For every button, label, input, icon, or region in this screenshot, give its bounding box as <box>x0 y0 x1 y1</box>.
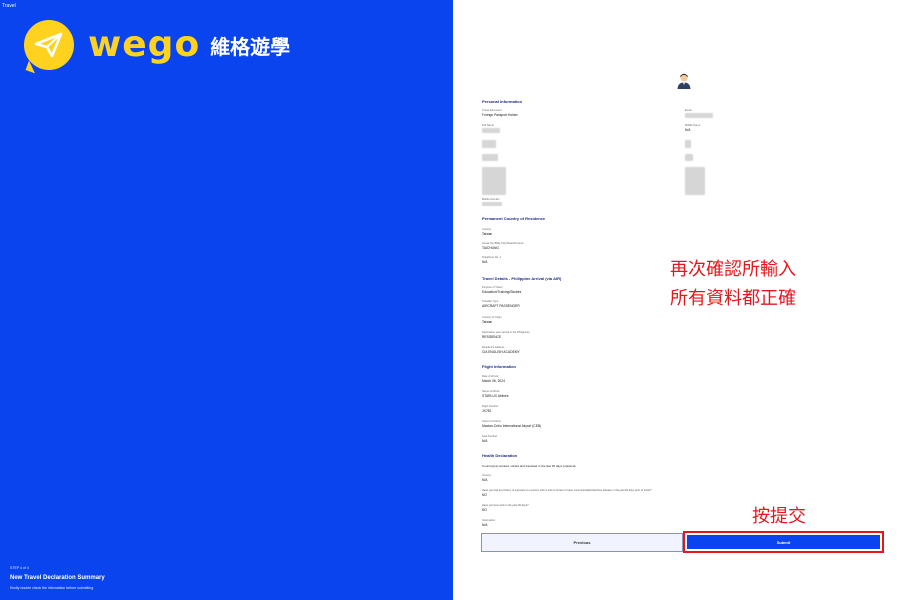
city-label: House No./Bldg./City/State/Province <box>482 242 524 245</box>
vaccination-label: Vaccination <box>482 519 496 522</box>
airport-value: Mactan-Cebu International Airport (CEB) <box>482 424 542 428</box>
exposure-question: Have you had any history of exposure to … <box>482 489 652 492</box>
countries-value: N/A <box>482 478 488 482</box>
middle-name-value: N/A <box>685 128 691 132</box>
full-name-label: Full Name <box>482 124 494 127</box>
flight-number-label: Flight Number <box>482 405 499 408</box>
redacted-email <box>685 113 713 118</box>
city-value: TAICHUNG <box>482 246 499 250</box>
logo-chinese-name: 維格遊學 <box>210 34 291 59</box>
section-health-heading: Health Declaration <box>482 453 518 458</box>
brand-panel: Travel wego 維格遊學 STEP 4 of 4 New Travel … <box>0 0 453 600</box>
country-value: Taiwan <box>482 232 493 236</box>
logo-wordmark: wego <box>88 24 201 65</box>
redacted-field <box>482 154 498 161</box>
redacted-field <box>482 140 496 148</box>
countries-question: Country(ies) worked, visited and transit… <box>482 464 576 468</box>
seat-number-value: N/A <box>482 439 488 443</box>
submit-highlight-box: Submit <box>683 531 884 553</box>
annotation-confirm-line2: 所有資料都正確 <box>670 288 796 309</box>
airline-value: STARLUX Airlines <box>482 394 509 398</box>
page-title: New Travel Declaration Summary <box>10 575 105 581</box>
section-personal-heading: Personal Information <box>482 99 523 104</box>
annotation-confirm-text: 再次確認所輸入 所有資料都正確 <box>670 255 796 313</box>
purpose-label: Purpose of Travel <box>482 286 503 289</box>
sick-question: Have you been sick in the past 30 days? <box>482 504 529 507</box>
traveller-type-value: AIRCRAFT PASSENGER <box>482 304 520 308</box>
redacted-full-name <box>482 128 500 133</box>
airport-label: Airport of Arrival <box>482 420 501 423</box>
section-travel-heading: Travel Details - Philippine Arrival (via… <box>482 276 562 281</box>
step-indicator: STEP 4 of 4 <box>10 566 29 570</box>
traveller-type-label: Traveller Type <box>482 300 499 303</box>
telephone-value: N/A <box>482 260 488 264</box>
section-flight-heading: Flight Information <box>482 364 516 369</box>
origin-label: Country of Origin <box>482 316 502 319</box>
vaccination-value: N/A <box>482 523 488 527</box>
redacted-block <box>685 167 705 195</box>
travel-document-value: Foreign Passport Holder <box>482 113 518 117</box>
flight-number-value: JX782 <box>482 409 492 413</box>
user-avatar-icon <box>677 73 691 89</box>
purpose-value: Education/Training/Studies <box>482 290 522 294</box>
middle-name-label: Middle Name <box>685 124 701 127</box>
annotation-confirm-line1: 再次確認所輸入 <box>670 259 796 280</box>
seat-number-label: Seat Number <box>482 435 498 438</box>
logo-badge <box>24 20 74 70</box>
country-label: Country <box>482 228 492 231</box>
residence-address-value: CIA ENGLISH ACADEMY <box>482 350 520 354</box>
airline-label: Name of Airline <box>482 390 500 393</box>
paper-plane-icon <box>34 32 63 58</box>
email-label: Email <box>685 109 692 112</box>
mobile-number-label: Mobile Number <box>482 198 500 201</box>
residence-address-label: Residence Address <box>482 346 505 349</box>
page-subtitle: Kindly double check the information befo… <box>10 586 95 590</box>
redacted-field <box>685 154 693 161</box>
arrival-date-label: Date of Arrival <box>482 375 499 378</box>
telephone-label: Telephone No. 1 <box>482 256 501 259</box>
origin-value: Taiwan <box>482 320 493 324</box>
previous-button[interactable]: Previous <box>481 533 683 552</box>
destination-value: RESIDENCE <box>482 335 502 339</box>
destination-label: Destination upon arrival in the Philippi… <box>482 331 530 334</box>
redacted-field <box>685 140 691 148</box>
redacted-block <box>482 167 506 195</box>
annotation-submit-hint: 按提交 <box>752 506 806 527</box>
arrival-date-value: March 06, 2024 <box>482 379 505 383</box>
app-label: Travel <box>2 3 16 9</box>
countries-sub-label: Country <box>482 474 492 477</box>
exposure-value: NO <box>482 493 487 497</box>
wego-logo: wego 維格遊學 <box>24 20 290 70</box>
redacted-mobile <box>482 202 502 206</box>
sick-value: NO <box>482 508 487 512</box>
submit-button[interactable]: Submit <box>687 535 880 549</box>
section-residence-heading: Permanent Country of Residence <box>482 216 546 221</box>
travel-document-label: Travel Document <box>482 109 502 112</box>
